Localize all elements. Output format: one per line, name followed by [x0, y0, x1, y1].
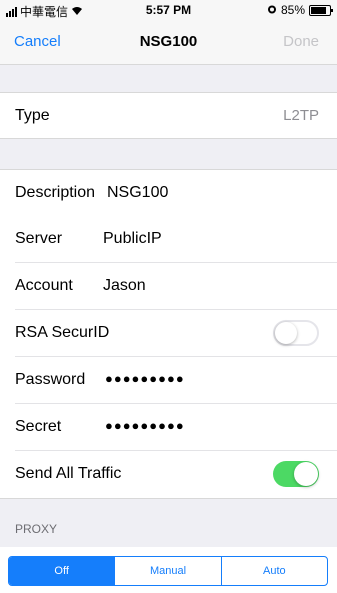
proxy-option-off[interactable]: Off: [9, 557, 115, 585]
status-bar: 中華電信 5:57 PM 85%: [0, 0, 337, 20]
secret-row[interactable]: Secret ●●●●●●●●●: [0, 404, 337, 451]
proxy-option-manual[interactable]: Manual: [114, 557, 220, 585]
description-field[interactable]: NSG100: [107, 184, 168, 202]
send-all-traffic-row: Send All Traffic: [0, 451, 337, 499]
done-button[interactable]: Done: [283, 33, 319, 50]
password-row[interactable]: Password ●●●●●●●●●: [0, 357, 337, 404]
battery-percent: 85%: [280, 3, 305, 17]
navigation-bar: Cancel NSG100 Done: [0, 20, 337, 65]
status-right: 85%: [267, 3, 333, 17]
password-field[interactable]: ●●●●●●●●●: [105, 371, 185, 386]
proxy-section-header: PROXY: [15, 522, 58, 536]
server-row[interactable]: Server PublicIP: [0, 216, 337, 263]
type-row[interactable]: Type L2TP: [0, 92, 337, 139]
send-all-traffic-toggle[interactable]: [273, 461, 319, 487]
battery-icon: [309, 4, 333, 16]
server-field[interactable]: PublicIP: [103, 230, 162, 248]
account-row[interactable]: Account Jason: [0, 263, 337, 310]
proxy-segmented-control: Off Manual Auto: [8, 556, 328, 586]
password-label: Password: [15, 371, 86, 388]
secret-field[interactable]: ●●●●●●●●●: [105, 418, 185, 433]
alarm-icon: [267, 3, 277, 17]
secret-label: Secret: [15, 418, 62, 435]
account-label: Account: [15, 277, 73, 294]
account-field[interactable]: Jason: [103, 277, 146, 295]
rsa-securid-row: RSA SecurID: [0, 310, 337, 357]
send-all-traffic-label: Send All Traffic: [15, 465, 122, 482]
type-value: L2TP: [283, 107, 319, 124]
description-label: Description: [15, 184, 96, 201]
rsa-securid-toggle[interactable]: [273, 320, 319, 346]
description-row[interactable]: Description NSG100: [0, 169, 337, 217]
server-label: Server: [15, 230, 63, 247]
type-label: Type: [15, 107, 50, 124]
rsa-securid-label: RSA SecurID: [15, 324, 110, 341]
battery-level: [311, 6, 327, 14]
proxy-option-auto[interactable]: Auto: [220, 557, 327, 585]
